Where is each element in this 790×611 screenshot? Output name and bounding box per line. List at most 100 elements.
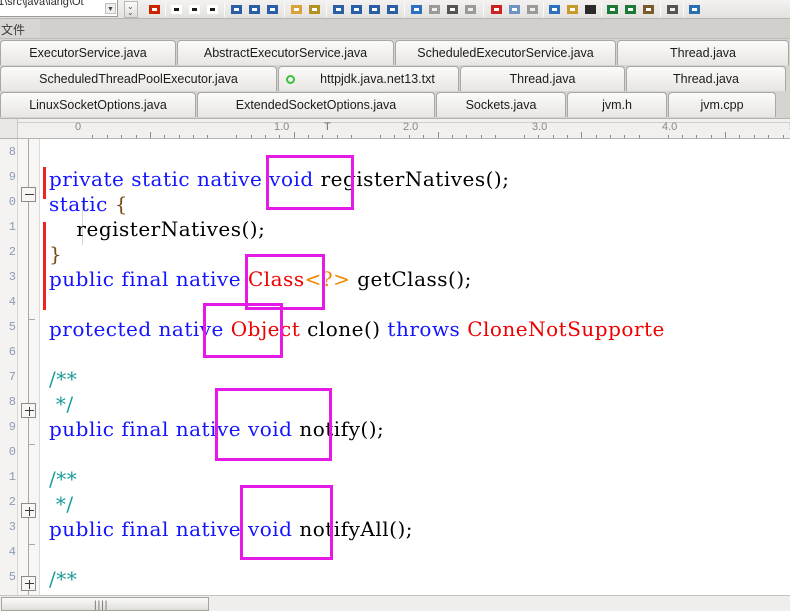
indent-right-icon[interactable] — [246, 2, 263, 17]
ruler-tick — [495, 135, 496, 138]
refresh-icon[interactable] — [686, 2, 703, 17]
editor-tab-label: AbstractExecutorService.java — [203, 46, 368, 60]
chart-icon[interactable] — [444, 2, 461, 17]
indent-icon[interactable] — [264, 2, 281, 17]
align-right-icon[interactable] — [366, 2, 383, 17]
underline-icon[interactable] — [204, 2, 221, 17]
green-circle-icon — [286, 75, 295, 84]
horizontal-ruler[interactable]: 01.02.03.04.05.0T — [0, 118, 790, 139]
list-icon[interactable] — [288, 2, 305, 17]
editor-tab[interactable]: ScheduledThreadPoolExecutor.java — [0, 66, 277, 91]
editor-tab[interactable]: Thread.java — [617, 40, 789, 65]
line-number-gutter: 8901234567890123456 — [0, 139, 18, 595]
align-justify-icon[interactable] — [384, 2, 401, 17]
code-line[interactable]: public final native Class<?> getClass(); — [49, 267, 472, 291]
refresh-icon-glyph — [689, 5, 700, 14]
line-number: 9 — [8, 420, 16, 434]
code-token: native — [196, 167, 270, 191]
code-line[interactable]: public final native void notify(); — [49, 417, 384, 441]
code-line[interactable]: private static native void registerNativ… — [49, 167, 509, 191]
italic-icon[interactable] — [186, 2, 203, 17]
code-text-area[interactable]: private static native void registerNativ… — [49, 139, 790, 595]
code-token: Object — [230, 317, 308, 341]
code-line[interactable]: /** — [49, 367, 77, 391]
editor-tab[interactable]: jvm.cpp — [668, 92, 776, 117]
indent-left-icon[interactable] — [228, 2, 245, 17]
code-line[interactable]: registerNatives(); — [49, 217, 265, 241]
new-window-icon[interactable] — [546, 2, 563, 17]
note-icon[interactable] — [640, 2, 657, 17]
download-icon[interactable] — [506, 2, 523, 17]
line-number: 1 — [8, 470, 16, 484]
line-icon[interactable] — [462, 2, 479, 17]
horizontal-scrollbar[interactable]: |||| — [0, 595, 790, 611]
table-icon[interactable] — [306, 2, 323, 17]
file-path-combobox[interactable]: 1\src\java\lang\Ot ▼ — [0, 0, 118, 17]
editor-tab[interactable]: ScheduledExecutorService.java — [395, 40, 616, 65]
editor-tab[interactable]: Thread.java — [626, 66, 786, 91]
change-marker[interactable] — [43, 167, 46, 199]
ruler-tick — [423, 135, 424, 138]
heart-icon[interactable] — [582, 2, 599, 17]
code-line[interactable]: public final native void notifyAll(); — [49, 517, 413, 541]
code-token: clone() — [307, 317, 388, 341]
editor-tab-label: ExecutorService.java — [29, 46, 147, 60]
ruler-tick — [754, 135, 755, 138]
chevron-down-icon[interactable]: ▼ — [105, 3, 116, 14]
fold-expand-button-2[interactable] — [21, 503, 36, 518]
folder-icon[interactable] — [564, 2, 581, 17]
change-marker[interactable] — [43, 222, 46, 310]
editor-tab[interactable]: ExtendedSocketOptions.java — [197, 92, 435, 117]
line-number: 4 — [8, 295, 16, 309]
bold-icon[interactable] — [168, 2, 185, 17]
editor-tab[interactable]: httpjdk.java.net13.txt — [278, 66, 459, 91]
code-token: native — [175, 267, 248, 291]
code-line[interactable]: */ — [49, 392, 74, 416]
folder-icon-glyph — [567, 5, 578, 14]
clock-icon[interactable] — [524, 2, 541, 17]
horizontal-scroll-thumb[interactable]: |||| — [1, 597, 209, 611]
ruler-tick — [322, 135, 323, 138]
code-line[interactable]: /** — [49, 567, 77, 591]
editor-tab[interactable]: Sockets.java — [436, 92, 566, 117]
toolbar-drag-handle[interactable]: ⌄ ⌄ — [124, 1, 138, 18]
tab-stop-marker[interactable]: T — [324, 121, 331, 133]
fold-collapse-button[interactable] — [21, 187, 36, 202]
align-center-icon[interactable] — [348, 2, 365, 17]
overflow-chevron-icon[interactable] — [664, 2, 681, 17]
image-icon[interactable] — [146, 2, 163, 17]
code-line[interactable]: static { — [49, 192, 128, 216]
fold-expand-button-1[interactable] — [21, 403, 36, 418]
download-icon-glyph — [509, 5, 520, 14]
tab-row-1: ExecutorService.java AbstractExecutorServ… — [0, 40, 790, 66]
code-line[interactable]: */ — [49, 492, 74, 516]
code-token: getClass(); — [350, 267, 472, 291]
chevron-down-icon: ⌄ — [127, 8, 134, 17]
fold-expand-button-3[interactable] — [21, 576, 36, 591]
excel-icon[interactable] — [604, 2, 621, 17]
code-editor[interactable]: 8901234567890123456 — [0, 139, 790, 595]
line-number: 7 — [8, 370, 16, 384]
code-line[interactable]: /** — [49, 467, 77, 491]
sheet-icon[interactable] — [622, 2, 639, 17]
ruler-tick — [466, 135, 467, 138]
code-line[interactable]: protected native Object clone() throws C… — [49, 317, 665, 341]
shape-icon[interactable] — [408, 2, 425, 17]
minus-icon — [25, 194, 34, 195]
code-line[interactable]: } — [49, 242, 62, 266]
file-path-value: 1\src\java\lang\Ot — [0, 0, 84, 8]
editor-tab[interactable]: Thread.java — [460, 66, 625, 91]
indent-icon-glyph — [267, 5, 278, 14]
code-token: void — [269, 167, 321, 191]
code-token: */ — [49, 392, 74, 416]
block-icon[interactable] — [488, 2, 505, 17]
editor-tab[interactable]: ExecutorService.java — [0, 40, 176, 65]
code-folding-column[interactable] — [18, 139, 40, 595]
file-menu-label[interactable]: 文件 — [1, 21, 25, 38]
align-left-icon[interactable] — [330, 2, 347, 17]
rect-icon[interactable] — [426, 2, 443, 17]
editor-tab[interactable]: LinuxSocketOptions.java — [0, 92, 196, 117]
editor-tab[interactable]: AbstractExecutorService.java — [177, 40, 394, 65]
editor-tab[interactable]: jvm.h — [567, 92, 667, 117]
code-token: */ — [49, 492, 74, 516]
